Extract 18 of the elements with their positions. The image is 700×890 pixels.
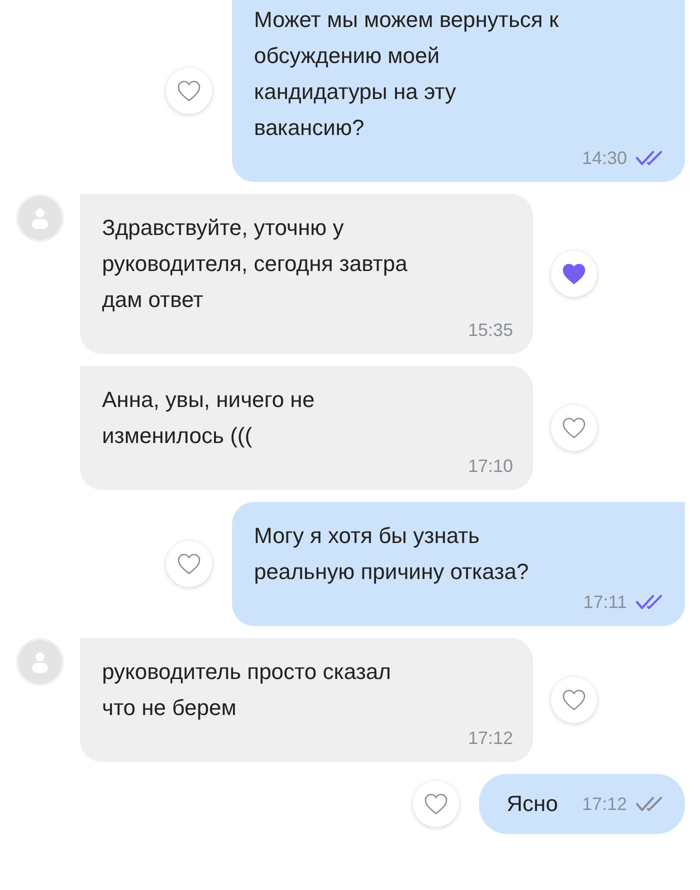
- message-time: 17:12: [468, 727, 513, 750]
- message-time: 15:35: [468, 319, 513, 342]
- message-text: руководитель просто сказал что не берем: [102, 658, 392, 722]
- message-text: Ясно: [506, 790, 558, 818]
- message-text: Анна, увы, ничего не изменилось (((: [102, 386, 316, 450]
- like-button[interactable]: [551, 251, 597, 297]
- message-text: Может мы можем вернуться к обсуждению моей кандидатуры на эту вакансию?: [254, 6, 560, 142]
- like-button[interactable]: [412, 781, 459, 827]
- message-time: 17:10: [468, 455, 513, 478]
- like-button[interactable]: [166, 68, 212, 114]
- like-button[interactable]: [551, 405, 597, 451]
- like-button[interactable]: [551, 677, 597, 723]
- message-time: 17:12: [582, 793, 627, 816]
- message-text: Могу я хотя бы узнать реальную причину отказа?: [254, 522, 530, 586]
- message-text: Здравствуйте, уточню у руководителя, сегодня завтра дам ответ: [102, 214, 408, 314]
- like-button[interactable]: [166, 541, 212, 587]
- message-time: 14:30: [582, 147, 627, 170]
- message-time: 17:11: [583, 591, 627, 614]
